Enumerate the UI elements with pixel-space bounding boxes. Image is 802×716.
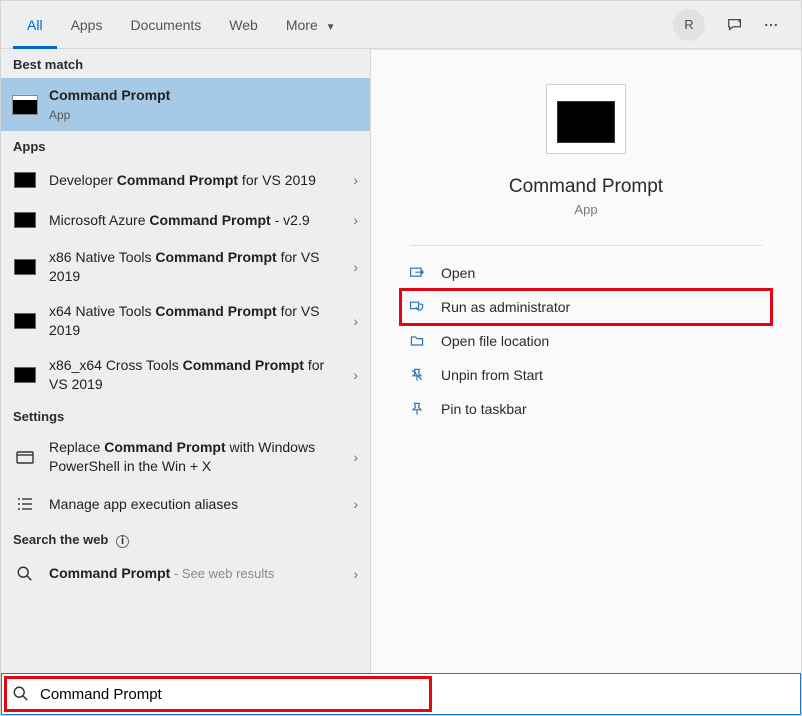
chevron-right-icon[interactable]: › <box>353 212 358 228</box>
result-app-1[interactable]: Microsoft Azure Command Prompt - v2.9 › <box>1 200 370 240</box>
result-title: Developer Command Prompt for VS 2019 <box>49 171 345 190</box>
section-apps: Apps <box>1 131 370 160</box>
result-title: x86_x64 Cross Tools Command Prompt for V… <box>49 356 345 394</box>
result-app-4[interactable]: x86_x64 Cross Tools Command Prompt for V… <box>1 348 370 402</box>
action-label: Pin to taskbar <box>441 401 527 417</box>
open-icon <box>407 264 427 282</box>
command-prompt-icon <box>13 363 37 387</box>
user-avatar[interactable]: R <box>673 9 705 41</box>
shield-icon <box>407 298 427 316</box>
preview-header: Command Prompt App <box>371 50 801 246</box>
action-open[interactable]: Open <box>401 256 771 290</box>
result-title: Replace Command Prompt with Windows Powe… <box>49 438 345 476</box>
info-icon[interactable]: i <box>116 535 129 548</box>
result-app-0[interactable]: Developer Command Prompt for VS 2019 › <box>1 160 370 200</box>
action-label: Open file location <box>441 333 549 349</box>
tab-apps[interactable]: Apps <box>57 1 117 49</box>
tab-web[interactable]: Web <box>215 1 272 49</box>
preview-subtitle: App <box>574 202 597 217</box>
command-prompt-icon <box>13 168 37 192</box>
preview-title: Command Prompt <box>509 176 663 198</box>
chevron-right-icon[interactable]: › <box>353 313 358 329</box>
section-settings: Settings <box>1 401 370 430</box>
command-prompt-icon <box>13 208 37 232</box>
action-unpin-start[interactable]: Unpin from Start <box>401 358 771 392</box>
result-title: Microsoft Azure Command Prompt - v2.9 <box>49 211 345 230</box>
action-label: Unpin from Start <box>441 367 543 383</box>
result-title: x64 Native Tools Command Prompt for VS 2… <box>49 302 345 340</box>
result-web-0[interactable]: Command Prompt - See web results › <box>1 554 370 594</box>
search-input[interactable] <box>40 686 790 703</box>
result-title: Command Prompt - See web results <box>49 564 345 583</box>
action-run-admin[interactable]: Run as administrator <box>401 290 771 324</box>
folder-icon <box>407 332 427 350</box>
pin-icon <box>407 400 427 418</box>
preview-panel: Command Prompt App Open Run as administr… <box>371 49 801 673</box>
chevron-right-icon[interactable]: › <box>353 172 358 188</box>
unpin-icon <box>407 366 427 384</box>
action-label: Open <box>441 265 475 281</box>
preview-thumbnail <box>546 84 626 154</box>
command-prompt-icon <box>13 255 37 279</box>
result-best-match[interactable]: Command Prompt App <box>1 78 370 131</box>
result-title: Manage app execution aliases <box>49 495 345 514</box>
action-pin-taskbar[interactable]: Pin to taskbar <box>401 392 771 426</box>
chevron-right-icon[interactable]: › <box>353 449 358 465</box>
tab-bar: All Apps Documents Web More ▼ R <box>1 1 801 49</box>
search-icon <box>12 685 30 703</box>
tab-all[interactable]: All <box>13 1 57 49</box>
feedback-icon[interactable] <box>725 15 745 35</box>
command-prompt-icon <box>557 95 615 143</box>
tab-more-label: More <box>286 17 318 33</box>
powershell-setting-icon <box>13 445 37 469</box>
result-app-2[interactable]: x86 Native Tools Command Prompt for VS 2… <box>1 240 370 294</box>
command-prompt-icon <box>13 309 37 333</box>
tab-documents[interactable]: Documents <box>116 1 215 49</box>
result-app-3[interactable]: x64 Native Tools Command Prompt for VS 2… <box>1 294 370 348</box>
actions-list: Open Run as administrator Open file loca… <box>371 246 801 436</box>
more-icon[interactable] <box>761 15 781 35</box>
result-title: x86 Native Tools Command Prompt for VS 2… <box>49 248 345 286</box>
chevron-down-icon: ▼ <box>326 22 336 33</box>
action-label: Run as administrator <box>441 299 570 315</box>
chevron-right-icon[interactable]: › <box>353 566 358 582</box>
search-icon <box>13 562 37 586</box>
result-title: Command Prompt <box>49 87 170 103</box>
chevron-right-icon[interactable]: › <box>353 367 358 383</box>
chevron-right-icon[interactable]: › <box>353 496 358 512</box>
search-window: All Apps Documents Web More ▼ R Best mat… <box>0 0 802 716</box>
result-setting-1[interactable]: Manage app execution aliases › <box>1 484 370 524</box>
section-best-match: Best match <box>1 49 370 78</box>
action-open-location[interactable]: Open file location <box>401 324 771 358</box>
results-panel: Best match Command Prompt App Apps Devel… <box>1 49 371 673</box>
chevron-right-icon[interactable]: › <box>353 259 358 275</box>
result-setting-0[interactable]: Replace Command Prompt with Windows Powe… <box>1 430 370 484</box>
search-bar[interactable] <box>1 673 801 715</box>
section-search-web: Search the web i <box>1 524 370 554</box>
result-text: Command Prompt App <box>49 86 358 123</box>
result-subtitle: App <box>49 107 358 123</box>
command-prompt-icon <box>13 93 37 117</box>
body: Best match Command Prompt App Apps Devel… <box>1 49 801 673</box>
alias-setting-icon <box>13 492 37 516</box>
tab-more[interactable]: More ▼ <box>272 1 350 49</box>
